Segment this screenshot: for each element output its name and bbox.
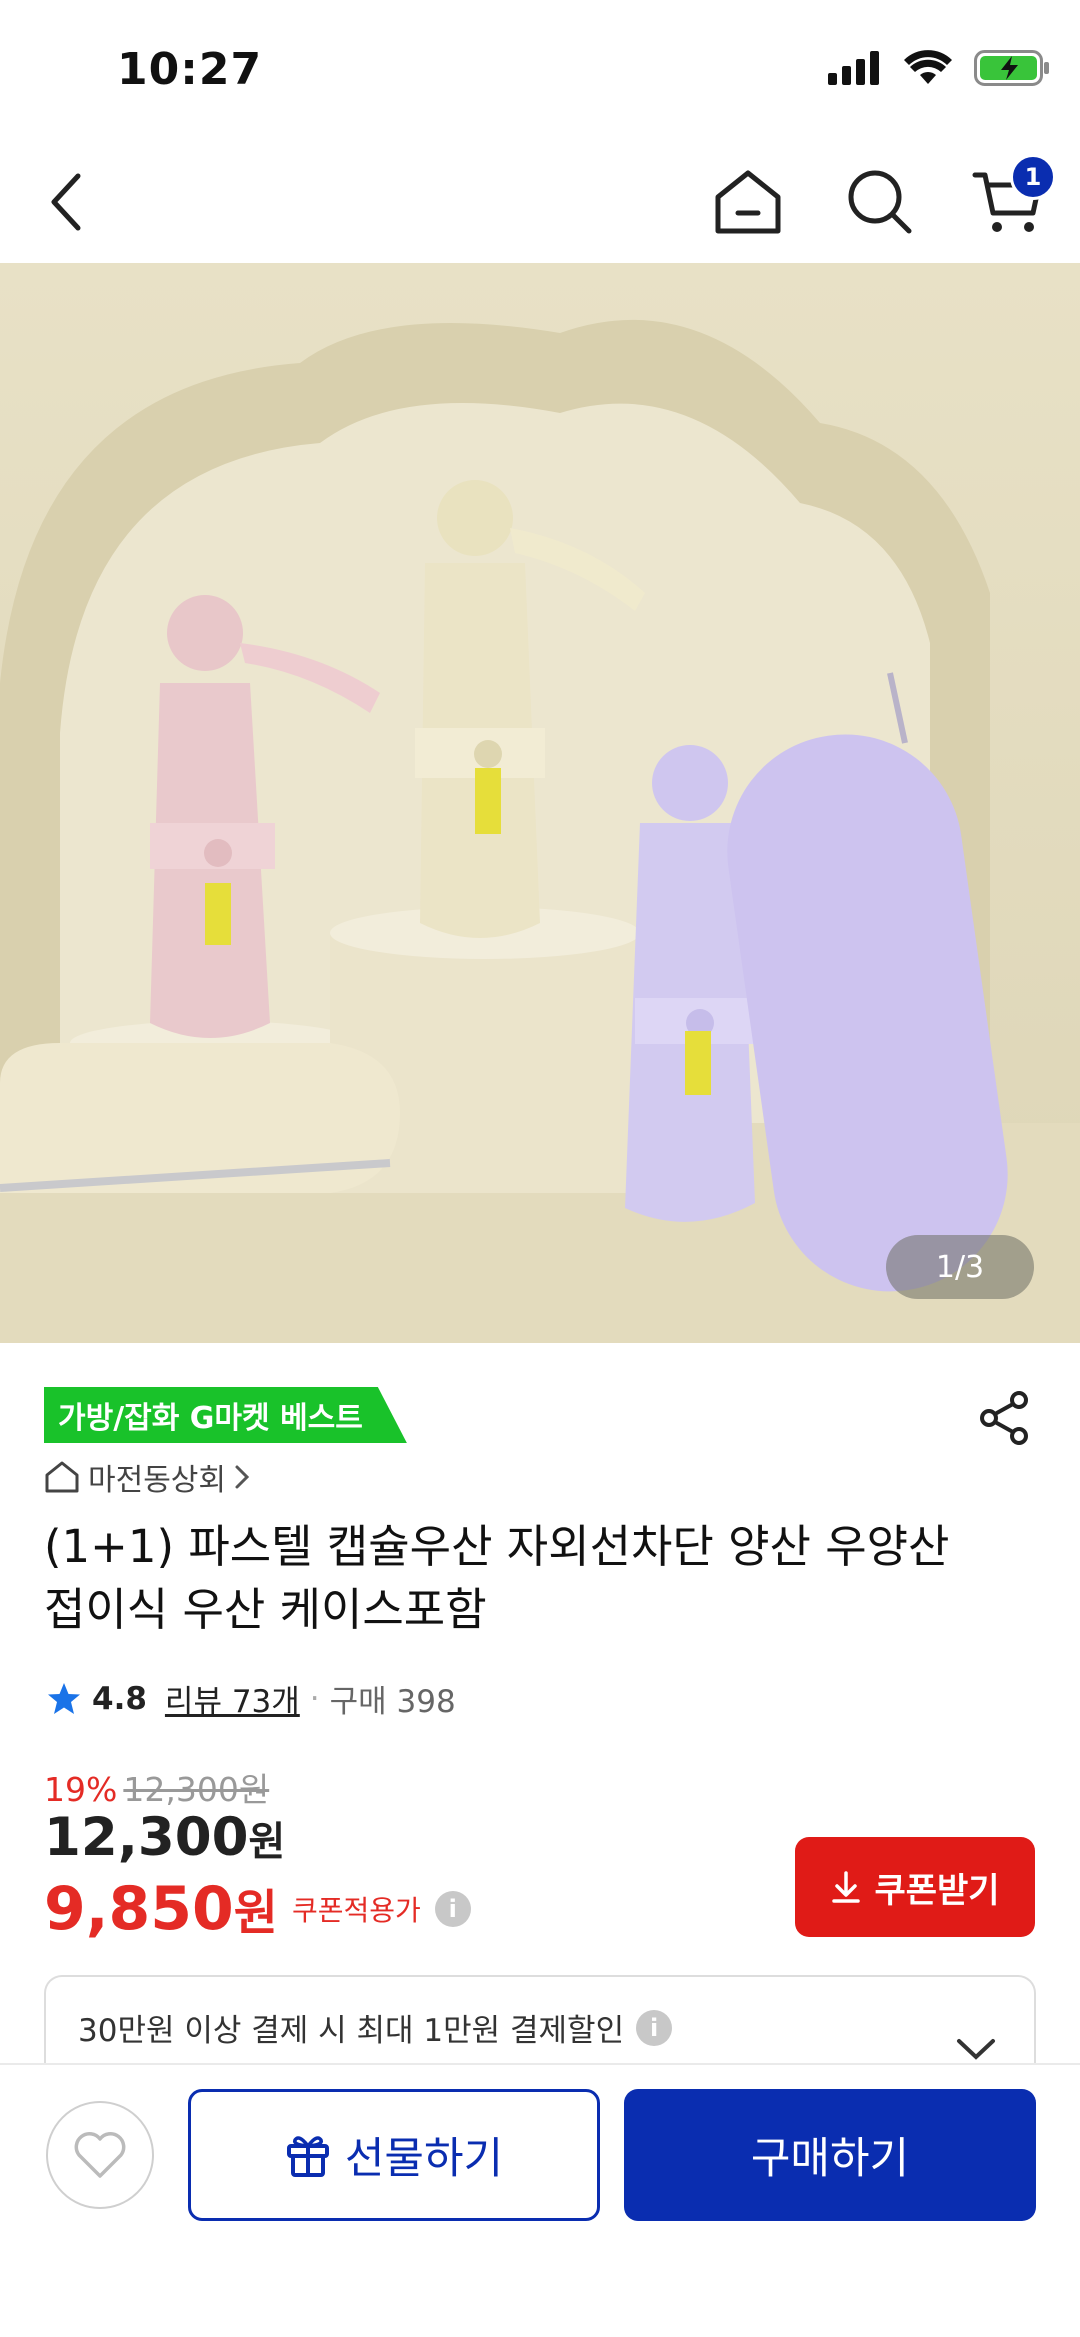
discount-row: 19% 12,300원	[44, 1763, 269, 1811]
promo-text: 30만원 이상 결제 시 최대 1만원 결제할인	[78, 2013, 625, 2049]
star-icon	[48, 1682, 80, 1714]
gift-button-label: 선물하기	[344, 2134, 504, 2184]
bottom-action-bar: 선물하기 구매하기	[0, 2063, 1080, 2337]
coupon-download-button[interactable]: 쿠폰받기	[795, 1837, 1035, 1937]
separator-dot: ·	[309, 1680, 320, 1717]
battery-charging-icon	[974, 50, 1049, 86]
back-button[interactable]	[24, 160, 108, 244]
chevron-down-icon[interactable]	[956, 2037, 996, 2061]
sale-price-unit: 원	[248, 1819, 286, 1865]
search-button[interactable]	[838, 160, 922, 244]
status-time: 10:27	[117, 44, 263, 95]
best-badge[interactable]: 가방/잡화 G마켓 베스트	[44, 1387, 407, 1443]
rating-row: 4.8 리뷰 73개 · 구매 398	[46, 1676, 456, 1721]
home-icon	[715, 170, 781, 234]
wifi-icon	[904, 50, 952, 84]
share-button[interactable]	[970, 1383, 1040, 1453]
status-icons	[828, 50, 1050, 86]
wishlist-button[interactable]	[46, 2101, 154, 2209]
coupon-price-label: 쿠폰적용가	[291, 1893, 421, 1927]
gift-icon	[286, 2136, 329, 2177]
promo-text-row: 30만원 이상 결제 시 최대 1만원 결제할인 i	[78, 2005, 673, 2050]
purchase-count: 구매 398	[329, 1684, 456, 1720]
sale-price: 12,300원	[44, 1807, 285, 1868]
coupon-price: 9,850원	[44, 1873, 278, 1944]
search-icon	[848, 170, 912, 234]
discount-rate: 19%	[44, 1770, 118, 1809]
cart-button[interactable]: 1	[966, 154, 1056, 244]
store-home-icon	[45, 1461, 79, 1493]
back-arrow-icon	[51, 173, 81, 231]
coupon-price-row: 9,850원 쿠폰적용가 i	[44, 1873, 471, 1944]
coupon-price-unit: 원	[233, 1885, 278, 1941]
promo-info-icon[interactable]: i	[636, 2009, 673, 2046]
buy-button-label: 구매하기	[750, 2134, 910, 2184]
signal-icon	[828, 51, 879, 85]
coupon-button-label: 쿠폰받기	[874, 1870, 1000, 1911]
download-icon	[832, 1871, 861, 1903]
image-counter: 1/3	[886, 1235, 1034, 1299]
coupon-price-number: 9,850	[44, 1874, 234, 1944]
top-nav: 1	[0, 140, 1080, 262]
chevron-right-icon	[235, 1465, 250, 1489]
store-name: 마전동상회	[88, 1463, 226, 1498]
cart-count-badge: 1	[1010, 154, 1056, 200]
buy-button[interactable]: 구매하기	[624, 2089, 1036, 2221]
heart-icon	[74, 2132, 126, 2178]
product-title: (1+1) 파스텔 캡슐우산 자외선차단 양산 우양산 접이식 우산 케이스포함	[44, 1520, 950, 1636]
status-bar: 10:27	[0, 0, 1080, 140]
gift-button[interactable]: 선물하기	[188, 2089, 600, 2221]
share-icon	[980, 1391, 1028, 1445]
review-link[interactable]: 리뷰 73개	[165, 1676, 300, 1721]
home-button[interactable]	[706, 160, 790, 244]
info-icon[interactable]: i	[434, 1890, 471, 1927]
sale-price-number: 12,300	[44, 1807, 249, 1868]
original-price: 12,300원	[123, 1770, 270, 1809]
store-link[interactable]: 마전동상회	[44, 1455, 250, 1499]
product-photo	[0, 263, 1080, 1343]
rating-value: 4.8	[92, 1680, 147, 1717]
product-image-carousel[interactable]: 1/3	[0, 263, 1080, 1343]
